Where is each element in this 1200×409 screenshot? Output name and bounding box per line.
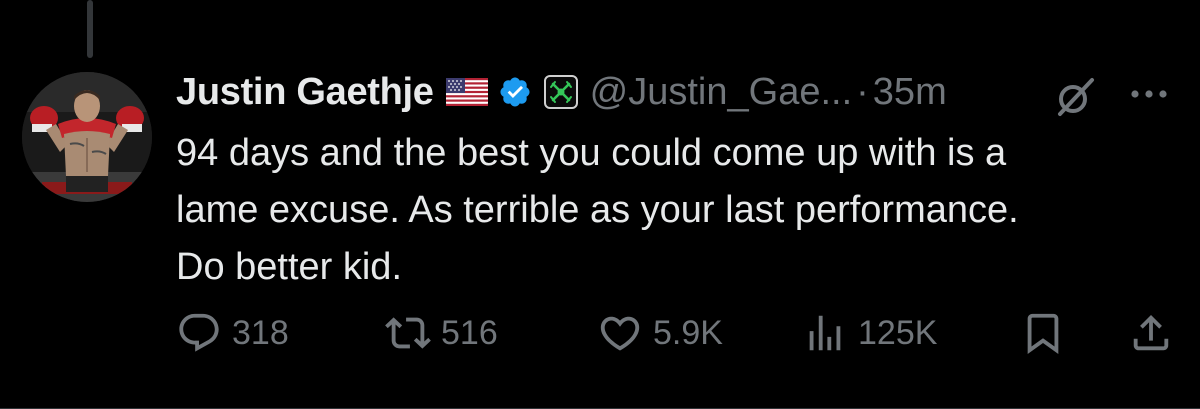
timestamp[interactable]: 35m [873, 71, 947, 114]
repost-button[interactable]: 516 [385, 307, 498, 359]
tweet-text: 94 days and the best you could come up w… [176, 125, 1176, 296]
tweet-text-line: 94 days and the best you could come up w… [176, 132, 1007, 174]
bookmark-button[interactable] [1020, 307, 1066, 359]
like-count: 5.9K [653, 313, 723, 352]
affiliate-badge-icon[interactable] [543, 75, 578, 109]
display-name[interactable]: Justin Gaethje [176, 71, 434, 114]
bookmark-icon [1027, 313, 1059, 354]
share-button[interactable] [1128, 307, 1174, 359]
reply-count: 318 [232, 313, 289, 352]
views-count: 125K [858, 313, 938, 352]
reply-icon [179, 313, 219, 352]
tweet-header: Justin Gaethje @Justin_Gae... · 35m [176, 68, 947, 116]
avatar-photo [22, 72, 152, 202]
heart-icon [600, 316, 640, 351]
views-button[interactable]: 125K [802, 307, 937, 359]
thread-connector-line [87, 0, 93, 58]
separator-dot: · [856, 70, 869, 113]
more-icon[interactable] [1128, 82, 1170, 106]
avatar[interactable] [22, 72, 152, 202]
views-icon [809, 315, 841, 351]
tweet-text-line: Do better kid. [176, 246, 402, 288]
tweet-text-line: lame excuse. As terrible as your last pe… [176, 189, 1019, 231]
grok-icon[interactable] [1052, 74, 1098, 120]
user-handle[interactable]: @Justin_Gae... [590, 71, 852, 114]
tweet-actions: 318 516 5.9K 125K [176, 307, 1176, 359]
verified-badge-icon[interactable] [498, 75, 532, 109]
repost-count: 516 [441, 313, 498, 352]
like-button[interactable]: 5.9K [597, 307, 723, 359]
share-icon [1133, 314, 1169, 351]
reply-button[interactable]: 318 [176, 307, 289, 359]
us-flag-icon [445, 78, 488, 106]
repost-icon [385, 317, 431, 349]
